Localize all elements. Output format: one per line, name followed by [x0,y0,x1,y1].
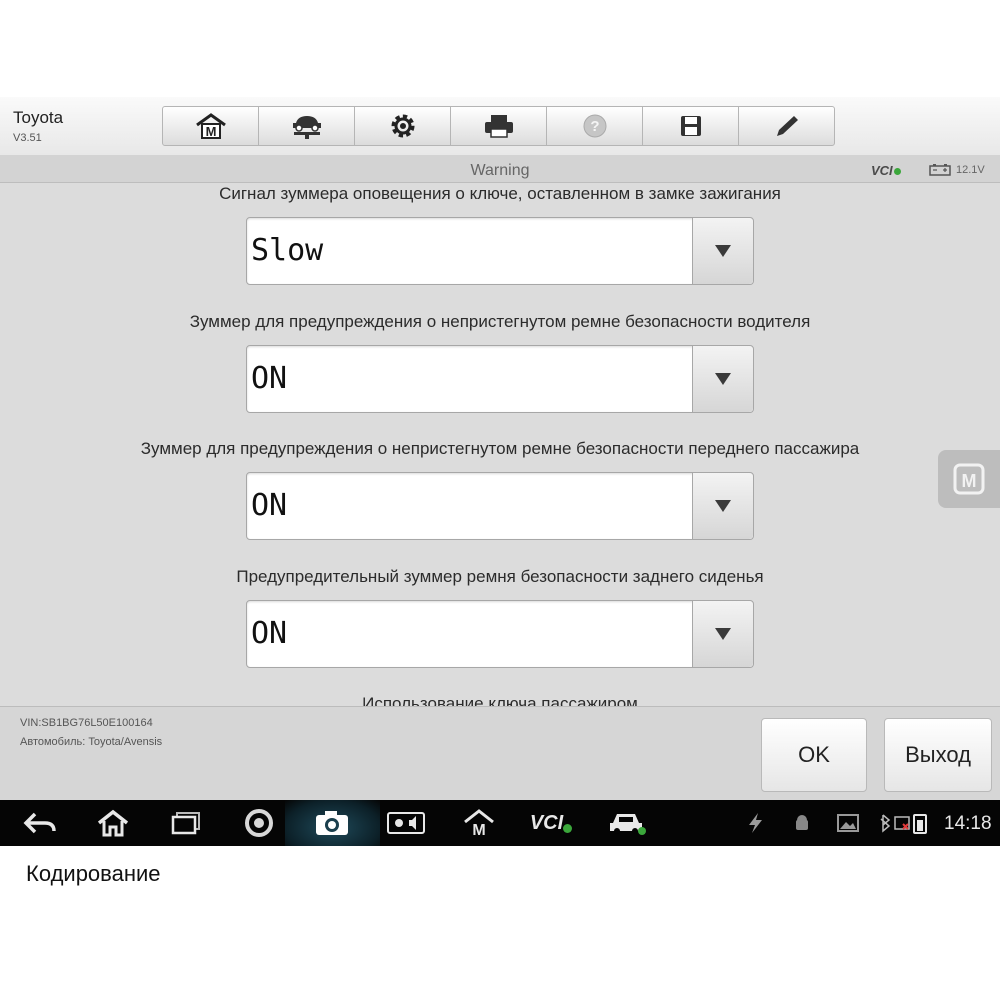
dropdown-value: ON [251,488,288,523]
home-m-icon: M [464,809,494,837]
back-arrow-icon [23,812,56,834]
image-icon [837,814,859,832]
page-title: Warning [470,162,530,179]
setting-dropdown[interactable]: ON [246,600,754,668]
chevron-down-icon [715,373,731,385]
vci-nav-label: VCI [529,811,564,834]
battery-voltage: 12.1V [956,164,985,176]
vci-label: VCI [871,163,893,178]
setting-label: Использование ключа пассажиром [362,694,638,706]
home-button[interactable]: M [163,107,259,145]
floating-menu-button[interactable]: M [938,450,1000,508]
car-lift-icon [292,116,321,139]
recent-apps-icon [171,812,200,835]
recent-apps-button[interactable] [163,800,209,846]
help-button[interactable]: ? [547,107,643,145]
setting-label: Зуммер для предупреждения о непристегнут… [140,439,860,458]
dropdown-arrow-button[interactable] [692,218,753,284]
vehicle-text: Автомобиль: Toyota/Avensis [20,736,163,748]
footer-bar: VIN:SB1BG76L50E100164 Автомобиль: Toyota… [0,706,1000,801]
setting-label: Сигнал зуммера оповещения о ключе, остав… [219,184,781,203]
setting-label: Зуммер для предупреждения о непристегнут… [189,312,811,331]
vci-status: VCI [871,163,901,178]
dropdown-arrow-button[interactable] [692,473,753,539]
system-nav-bar: M VCI 14:18 [0,800,1000,846]
dropdown-value: ON [251,361,288,396]
chevron-down-icon [715,245,731,257]
save-icon [680,116,701,136]
svg-text:M: M [205,124,216,139]
help-icon: ? [583,114,606,138]
exit-button[interactable]: Выход [884,718,992,792]
svg-text:?: ? [590,118,599,135]
camera-button[interactable] [309,800,355,846]
title-bar: Warning VCI 12.1V [0,155,1000,183]
setting-dropdown[interactable]: ON [246,345,754,413]
home-nav-button[interactable] [90,800,136,846]
flash-status [740,800,770,846]
battery-icon [929,164,951,176]
lightning-icon [749,813,762,833]
chrome-icon [245,809,273,837]
brightness-volume-button[interactable] [383,800,429,846]
vci-button[interactable]: VCI [526,800,576,846]
dropdown-value: Slow [251,233,324,268]
app-version: V3.51 [13,132,42,144]
maxisys-home-button[interactable]: M [456,800,502,846]
brightness-volume-icon [387,812,425,834]
vehicle-status-button[interactable] [602,800,652,846]
chevron-down-icon [715,628,731,640]
m-app-icon: M [953,463,985,495]
settings-button[interactable] [355,107,451,145]
vin-text: VIN:SB1BG76L50E100164 [20,717,153,729]
svg-text:M: M [962,471,977,491]
settings-panel[interactable]: Сигнал зуммера оповещения о ключе, остав… [0,183,1000,706]
gear-icon [391,114,414,138]
dropdown-arrow-button[interactable] [692,601,753,667]
save-button[interactable] [643,107,739,145]
print-button[interactable] [451,107,547,145]
debug-status [787,800,817,846]
browser-button[interactable] [236,800,282,846]
android-debug-icon [796,815,808,830]
camera-icon [316,811,348,835]
vehicle-lift-button[interactable] [259,107,355,145]
printer-icon [484,115,513,138]
setting-label: Предупредительный зуммер ремня безопасно… [236,567,764,586]
dropdown-arrow-button[interactable] [692,346,753,412]
vci-connected-icon [893,168,901,175]
setting-dropdown[interactable]: ON [246,472,754,540]
ok-button[interactable]: OK [761,718,867,792]
caption: Кодирование [26,861,161,886]
bluetooth-wifi-battery-icon [880,814,927,834]
dropdown-value: ON [251,616,288,651]
home-m-icon: M [195,113,226,139]
vci-connected-icon [563,823,573,833]
setting-dropdown[interactable]: Slow [246,217,754,285]
system-status-icons [876,800,940,846]
pen-icon [776,116,798,136]
screenshot-status [833,800,863,846]
clock: 14:18 [944,813,992,834]
home-icon [97,809,129,837]
back-button[interactable] [17,800,63,846]
app-header: Toyota V3.51 M ? [0,97,1000,156]
car-icon [610,814,646,835]
toolbar: M ? [162,106,835,146]
svg-text:M: M [472,822,485,837]
chevron-down-icon [715,500,731,512]
edit-button[interactable] [739,107,834,145]
app-name: Toyota [13,108,64,127]
